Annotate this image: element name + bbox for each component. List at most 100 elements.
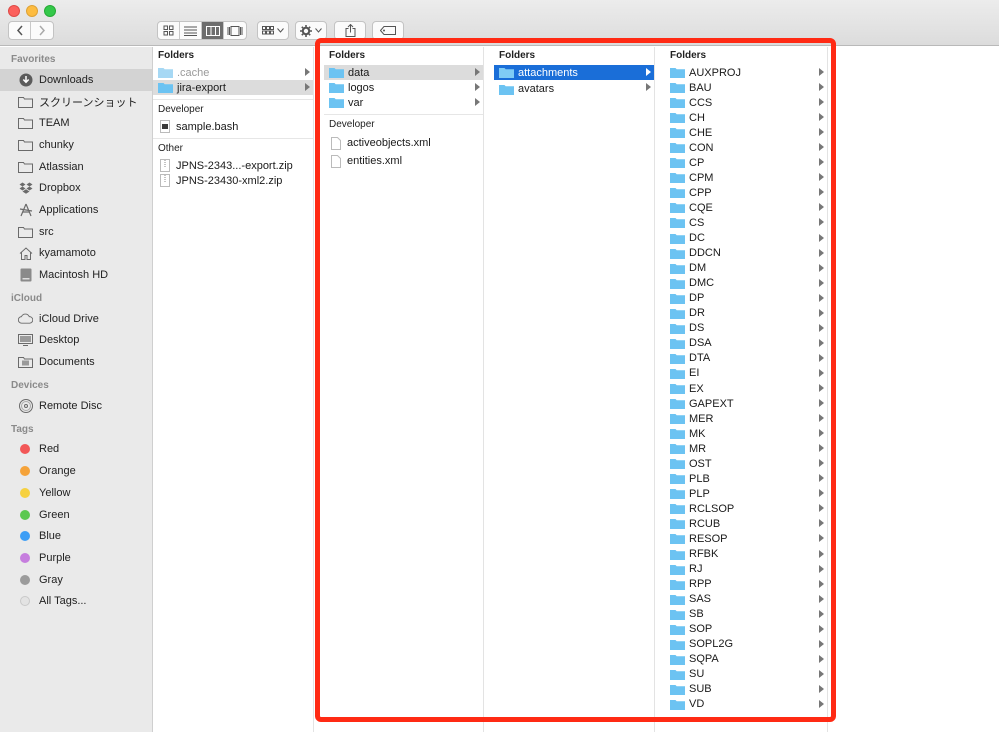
- folder-row[interactable]: .cache: [153, 65, 313, 80]
- sidebar-tag-gray[interactable]: Gray: [0, 569, 152, 591]
- folder-row[interactable]: OST: [665, 456, 827, 471]
- sidebar-item-label: Macintosh HD: [39, 269, 109, 282]
- zoom-window-button[interactable]: [44, 5, 56, 17]
- folder-row[interactable]: RESOP: [665, 531, 827, 546]
- folder-row[interactable]: DMC: [665, 276, 827, 291]
- sidebar-item-chunky[interactable]: chunky: [0, 134, 152, 156]
- sidebar-item-downloads[interactable]: Downloads: [0, 69, 152, 91]
- disclosure-arrow-icon: [819, 383, 824, 392]
- file-row[interactable]: entities.xml: [324, 152, 483, 170]
- folder-icon: [670, 173, 685, 184]
- list-view-button[interactable]: [180, 22, 202, 39]
- folder-row[interactable]: SAS: [665, 592, 827, 607]
- folder-row[interactable]: EX: [665, 381, 827, 396]
- folder-row[interactable]: CON: [665, 140, 827, 155]
- sidebar-item-icloud-drive[interactable]: iCloud Drive: [0, 308, 152, 330]
- folder-row[interactable]: RFBK: [665, 547, 827, 562]
- forward-button[interactable]: [31, 22, 53, 39]
- folder-row[interactable]: CS: [665, 215, 827, 230]
- folder-row[interactable]: attachments: [494, 65, 654, 80]
- file-row[interactable]: sample.bash: [153, 119, 313, 134]
- arrange-button[interactable]: [257, 21, 289, 40]
- sidebar-item-macintosh-hd[interactable]: Macintosh HD: [0, 264, 152, 286]
- sidebar-item-applications[interactable]: Applications: [0, 199, 152, 221]
- sidebar-tag-orange[interactable]: Orange: [0, 460, 152, 482]
- folder-row[interactable]: CP: [665, 155, 827, 170]
- folder-row[interactable]: DSA: [665, 336, 827, 351]
- sidebar-item-team[interactable]: TEAM: [0, 112, 152, 134]
- disclosure-arrow-icon: [819, 624, 824, 633]
- folder-row[interactable]: jira-export: [153, 80, 313, 95]
- sidebar-item-screenshots[interactable]: スクリーンショット: [0, 91, 152, 113]
- sidebar-tag-blue[interactable]: Blue: [0, 525, 152, 547]
- folder-row[interactable]: CCS: [665, 95, 827, 110]
- folder-row[interactable]: logos: [324, 80, 483, 95]
- back-button[interactable]: [9, 22, 31, 39]
- folder-row[interactable]: GAPEXT: [665, 396, 827, 411]
- folder-row[interactable]: MR: [665, 441, 827, 456]
- folder-row[interactable]: PLB: [665, 471, 827, 486]
- sidebar-item-desktop[interactable]: Desktop: [0, 330, 152, 352]
- folder-row[interactable]: DM: [665, 261, 827, 276]
- sidebar-item-documents[interactable]: Documents: [0, 351, 152, 373]
- folder-row[interactable]: MK: [665, 426, 827, 441]
- sidebar-tag-green[interactable]: Green: [0, 504, 152, 526]
- disclosure-arrow-icon: [819, 459, 824, 468]
- folder-row[interactable]: DC: [665, 231, 827, 246]
- folder-row[interactable]: CPM: [665, 170, 827, 185]
- folder-row[interactable]: CHE: [665, 125, 827, 140]
- sidebar-item-src[interactable]: src: [0, 221, 152, 243]
- folder-row[interactable]: avatars: [494, 80, 654, 98]
- sidebar-all-tags[interactable]: All Tags...: [0, 590, 152, 612]
- sidebar-tag-red[interactable]: Red: [0, 439, 152, 461]
- folder-row[interactable]: SU: [665, 667, 827, 682]
- share-button[interactable]: [334, 21, 366, 40]
- folder-row[interactable]: SUB: [665, 682, 827, 697]
- edit-tags-button[interactable]: [372, 21, 404, 40]
- folder-row[interactable]: SQPA: [665, 652, 827, 667]
- folder-row[interactable]: AUXPROJ: [665, 65, 827, 80]
- file-row[interactable]: JPNS-23430-xml2.zip: [153, 173, 313, 188]
- sidebar-tag-yellow[interactable]: Yellow: [0, 482, 152, 504]
- folder-row[interactable]: EI: [665, 366, 827, 381]
- folder-row[interactable]: DP: [665, 291, 827, 306]
- folder-row[interactable]: SOPL2G: [665, 637, 827, 652]
- folder-row[interactable]: CPP: [665, 185, 827, 200]
- folder-row[interactable]: PLP: [665, 486, 827, 501]
- folder-row[interactable]: data: [324, 65, 483, 80]
- folder-row[interactable]: RCLSOP: [665, 501, 827, 516]
- folder-row[interactable]: BAU: [665, 80, 827, 95]
- folder-row[interactable]: DR: [665, 306, 827, 321]
- column-view-button[interactable]: [202, 22, 224, 39]
- folder-row[interactable]: VD: [665, 697, 827, 712]
- folder-row[interactable]: MER: [665, 411, 827, 426]
- gallery-view-button[interactable]: [224, 22, 246, 39]
- folder-name: var: [348, 96, 364, 109]
- file-row[interactable]: activeobjects.xml: [324, 134, 483, 152]
- folder-icon: [670, 654, 685, 665]
- sidebar-tag-purple[interactable]: Purple: [0, 547, 152, 569]
- folder-row[interactable]: RCUB: [665, 516, 827, 531]
- icon-view-button[interactable]: [158, 22, 180, 39]
- sidebar-item-kyamamoto[interactable]: kyamamoto: [0, 243, 152, 265]
- minimize-window-button[interactable]: [26, 5, 38, 17]
- folder-row[interactable]: CH: [665, 110, 827, 125]
- file-row[interactable]: JPNS-2343...-export.zip: [153, 158, 313, 173]
- folder-name: attachments: [518, 66, 578, 79]
- folder-row[interactable]: RPP: [665, 577, 827, 592]
- folder-row[interactable]: SB: [665, 607, 827, 622]
- folder-row[interactable]: RJ: [665, 562, 827, 577]
- sidebar-item-remote-disc[interactable]: Remote Disc: [0, 395, 152, 417]
- folder-row[interactable]: DTA: [665, 351, 827, 366]
- disclosure-arrow-icon: [819, 654, 824, 663]
- folder-row[interactable]: SOP: [665, 622, 827, 637]
- folder-row[interactable]: DDCN: [665, 246, 827, 261]
- folder-name: RESOP: [689, 532, 728, 545]
- sidebar-item-dropbox[interactable]: Dropbox: [0, 177, 152, 199]
- action-button[interactable]: [295, 21, 327, 40]
- sidebar-item-atlassian[interactable]: Atlassian: [0, 156, 152, 178]
- folder-row[interactable]: CQE: [665, 200, 827, 215]
- close-window-button[interactable]: [8, 5, 20, 17]
- folder-row[interactable]: var: [324, 95, 483, 110]
- folder-row[interactable]: DS: [665, 321, 827, 336]
